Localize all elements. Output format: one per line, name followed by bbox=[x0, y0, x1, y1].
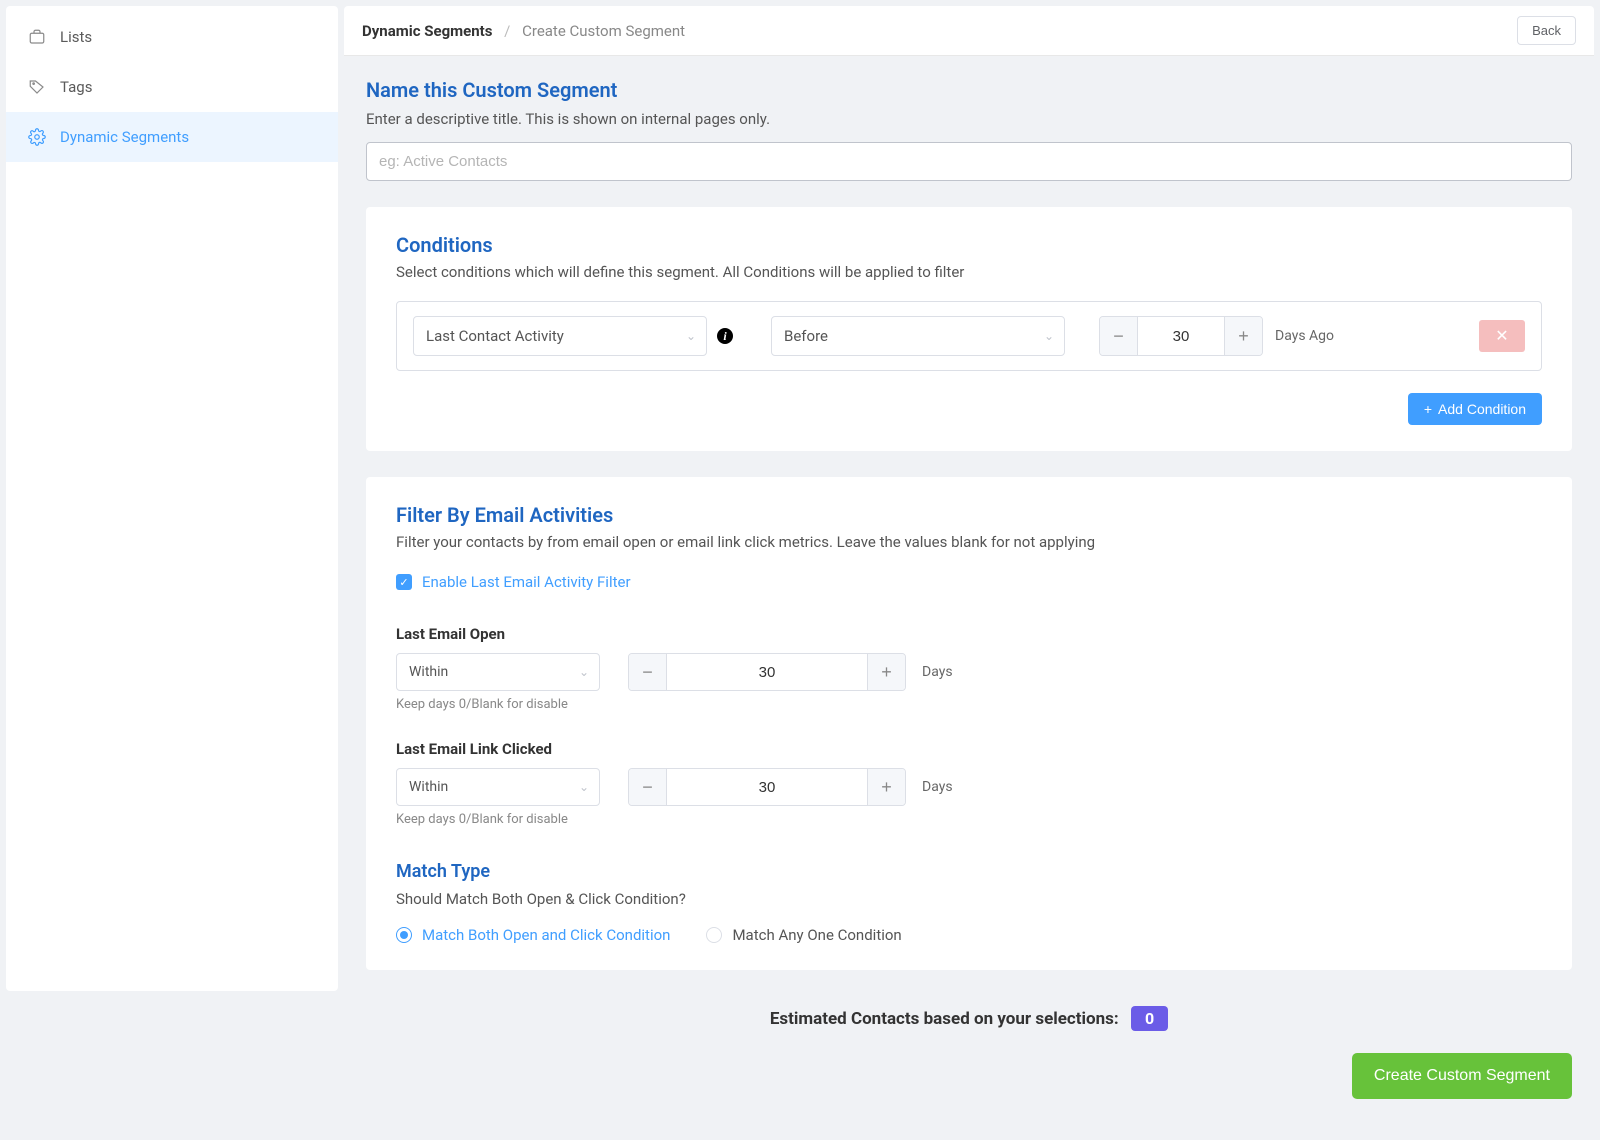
last-email-click-label: Last Email Link Clicked bbox=[396, 740, 1542, 758]
chevron-down-icon: ⌄ bbox=[1044, 329, 1054, 343]
select-value: Before bbox=[784, 327, 828, 345]
info-icon[interactable]: i bbox=[717, 328, 733, 344]
click-hint: Keep days 0/Blank for disable bbox=[396, 812, 1542, 827]
stepper-decrement[interactable]: − bbox=[1100, 317, 1138, 355]
click-operator-select[interactable]: Within ⌄ bbox=[396, 768, 600, 806]
unit-label: Days bbox=[922, 664, 953, 680]
click-value-stepper: − + bbox=[628, 768, 906, 806]
close-icon: ✕ bbox=[1495, 326, 1508, 346]
condition-value-stepper: − + bbox=[1099, 316, 1263, 356]
sidebar-item-tags[interactable]: Tags bbox=[6, 62, 338, 112]
match-type-desc: Should Match Both Open & Click Condition… bbox=[396, 890, 1542, 908]
chevron-down-icon: ⌄ bbox=[579, 665, 589, 679]
select-value: Last Contact Activity bbox=[426, 327, 564, 345]
stepper-increment[interactable]: + bbox=[1224, 317, 1262, 355]
open-hint: Keep days 0/Blank for disable bbox=[396, 697, 1542, 712]
add-condition-button[interactable]: + Add Condition bbox=[1408, 393, 1542, 425]
radio-match-any[interactable]: Match Any One Condition bbox=[706, 926, 901, 944]
back-button[interactable]: Back bbox=[1517, 16, 1576, 45]
condition-operator-select[interactable]: Before ⌄ bbox=[771, 316, 1065, 356]
breadcrumb-current: Create Custom Segment bbox=[522, 22, 685, 40]
chevron-down-icon: ⌄ bbox=[686, 329, 696, 343]
unit-label: Days Ago bbox=[1275, 328, 1334, 344]
estimate-row: Estimated Contacts based on your selecti… bbox=[366, 1006, 1572, 1031]
breadcrumb-root[interactable]: Dynamic Segments bbox=[362, 22, 492, 40]
stepper-value[interactable] bbox=[667, 769, 867, 805]
checkbox-checked-icon[interactable]: ✓ bbox=[396, 574, 412, 590]
topbar: Dynamic Segments / Create Custom Segment… bbox=[344, 6, 1594, 56]
radio-label: Match Any One Condition bbox=[732, 926, 901, 944]
breadcrumb: Dynamic Segments / Create Custom Segment bbox=[362, 22, 685, 40]
sidebar-item-label: Dynamic Segments bbox=[60, 128, 189, 146]
conditions-desc: Select conditions which will define this… bbox=[396, 263, 1542, 281]
select-value: Within bbox=[409, 779, 448, 795]
radio-dot-icon bbox=[396, 927, 412, 943]
condition-field-select[interactable]: Last Contact Activity ⌄ bbox=[413, 316, 707, 356]
select-value: Within bbox=[409, 664, 448, 680]
chevron-down-icon: ⌄ bbox=[579, 780, 589, 794]
radio-label: Match Both Open and Click Condition bbox=[422, 926, 670, 944]
create-segment-button[interactable]: Create Custom Segment bbox=[1352, 1053, 1572, 1099]
radio-dot-icon bbox=[706, 927, 722, 943]
breadcrumb-separator: / bbox=[504, 22, 510, 40]
sidebar-item-lists[interactable]: Lists bbox=[6, 12, 338, 62]
stepper-increment[interactable]: + bbox=[867, 769, 905, 805]
estimate-label: Estimated Contacts based on your selecti… bbox=[770, 1009, 1119, 1029]
content: Name this Custom Segment Enter a descrip… bbox=[344, 56, 1594, 1134]
match-type-radio-group: Match Both Open and Click Condition Matc… bbox=[396, 926, 1542, 944]
plus-icon: + bbox=[1424, 401, 1432, 417]
match-type-title: Match Type bbox=[396, 861, 1542, 882]
conditions-title: Conditions bbox=[396, 233, 1542, 257]
estimate-value-badge: 0 bbox=[1131, 1006, 1168, 1031]
gear-icon bbox=[28, 128, 46, 146]
remove-condition-button[interactable]: ✕ bbox=[1479, 320, 1525, 352]
sidebar-item-dynamic-segments[interactable]: Dynamic Segments bbox=[6, 112, 338, 162]
stepper-value[interactable] bbox=[1138, 317, 1224, 355]
radio-match-both[interactable]: Match Both Open and Click Condition bbox=[396, 926, 670, 944]
sidebar-item-label: Lists bbox=[60, 28, 92, 46]
email-activities-desc: Filter your contacts by from email open … bbox=[396, 533, 1542, 551]
stepper-decrement[interactable]: − bbox=[629, 769, 667, 805]
name-section-title: Name this Custom Segment bbox=[366, 78, 1572, 102]
sidebar-item-label: Tags bbox=[60, 78, 92, 96]
conditions-card: Conditions Select conditions which will … bbox=[366, 207, 1572, 451]
condition-row: Last Contact Activity ⌄ i Before ⌄ − + bbox=[396, 301, 1542, 371]
open-value-stepper: − + bbox=[628, 653, 906, 691]
unit-label: Days bbox=[922, 779, 953, 795]
stepper-decrement[interactable]: − bbox=[629, 654, 667, 690]
enable-filter-label: Enable Last Email Activity Filter bbox=[422, 573, 631, 591]
open-operator-select[interactable]: Within ⌄ bbox=[396, 653, 600, 691]
stepper-increment[interactable]: + bbox=[867, 654, 905, 690]
segment-name-input[interactable] bbox=[366, 142, 1572, 181]
tag-icon bbox=[28, 78, 46, 96]
email-activities-card: Filter By Email Activities Filter your c… bbox=[366, 477, 1572, 970]
button-label: Add Condition bbox=[1438, 401, 1526, 417]
enable-filter-row[interactable]: ✓ Enable Last Email Activity Filter bbox=[396, 573, 1542, 591]
last-email-open-label: Last Email Open bbox=[396, 625, 1542, 643]
email-activities-title: Filter By Email Activities bbox=[396, 503, 1542, 527]
name-section-desc: Enter a descriptive title. This is shown… bbox=[366, 110, 1572, 128]
stepper-value[interactable] bbox=[667, 654, 867, 690]
briefcase-icon bbox=[28, 28, 46, 46]
sidebar: Lists Tags Dynamic Segments bbox=[6, 6, 338, 991]
main: Dynamic Segments / Create Custom Segment… bbox=[344, 6, 1594, 1134]
